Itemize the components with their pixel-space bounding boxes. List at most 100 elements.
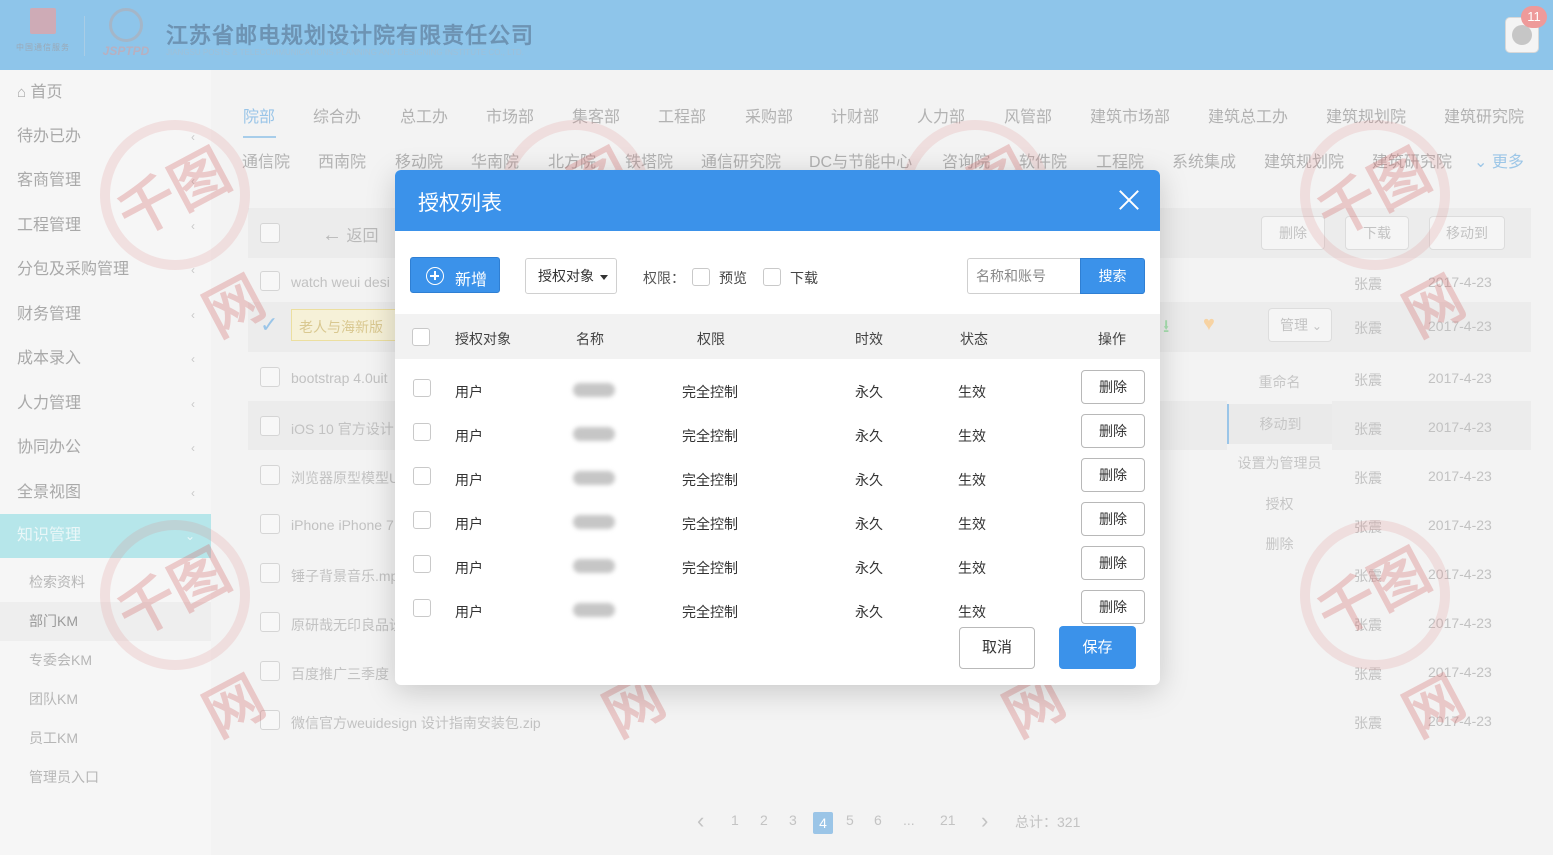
ctx-authorize[interactable]: 授权 (1227, 494, 1332, 514)
move-to-button[interactable]: 移动到 (1429, 216, 1505, 250)
row-checkbox[interactable] (260, 465, 280, 485)
ctx-delete[interactable]: 删除 (1227, 534, 1332, 554)
sidebar-item-cost[interactable]: 成本录入 ‹ (0, 337, 211, 381)
row-checkbox[interactable] (260, 612, 280, 632)
tab-9[interactable]: 风管部 (1004, 103, 1052, 127)
sidebar-subitem-dept-km[interactable]: 部门KM (0, 602, 211, 641)
tab-row2-5[interactable]: 铁塔院 (625, 148, 673, 172)
prev-page-icon[interactable]: ‹ (697, 808, 704, 834)
tab-12[interactable]: 建筑规划院 (1326, 103, 1406, 127)
row-checkbox[interactable] (413, 511, 431, 529)
row-checkbox[interactable] (260, 661, 280, 681)
tab-row2-2[interactable]: 移动院 (395, 148, 443, 172)
select-all-checkbox[interactable] (260, 223, 280, 243)
row-checkbox[interactable] (413, 467, 431, 485)
tab-0[interactable]: 院部 (243, 103, 275, 127)
add-button[interactable]: 新增 (410, 257, 500, 293)
ctx-set-admin[interactable]: 设置为管理员 (1227, 453, 1332, 473)
heart-icon[interactable]: ♥ (1203, 313, 1215, 336)
search-button[interactable]: 搜索 (1080, 258, 1145, 294)
row-checkbox[interactable] (260, 416, 280, 436)
row-checkbox[interactable] (260, 710, 280, 730)
row-delete-button[interactable]: 删除 (1081, 546, 1145, 580)
row-delete-button[interactable]: 删除 (1081, 458, 1145, 492)
sidebar-item-panorama[interactable]: 全景视图 ‹ (0, 471, 211, 515)
row-checkbox[interactable] (260, 271, 280, 291)
tab-4[interactable]: 集客部 (572, 103, 620, 127)
sidebar-subitem-admin[interactable]: 管理员入口 (0, 758, 211, 797)
sidebar-item-todo[interactable]: 待办已办 ‹ (0, 115, 211, 159)
select-all-auth-checkbox[interactable] (412, 328, 430, 346)
sidebar-subitem-team-km[interactable]: 团队KM (0, 680, 211, 719)
back-link[interactable]: ← 返回 (322, 222, 378, 247)
checkmark-icon[interactable]: ✓ (260, 312, 278, 338)
tab-row2-13[interactable]: 建筑研究院 (1372, 148, 1452, 172)
row-delete-button[interactable]: 删除 (1081, 502, 1145, 536)
close-icon[interactable] (1114, 185, 1144, 215)
sidebar-item-procurement[interactable]: 分包及采购管理 ‹ (0, 248, 211, 292)
tab-row2-0[interactable]: 通信院 (242, 148, 290, 172)
row-delete-button[interactable]: 删除 (1081, 590, 1145, 624)
sidebar-subitem-committee-km[interactable]: 专委会KM (0, 641, 211, 680)
tab-row2-7[interactable]: DC与节能中心 (809, 148, 912, 172)
search-input[interactable] (967, 258, 1080, 294)
tab-row2-6[interactable]: 通信研究院 (701, 148, 781, 172)
ctx-rename[interactable]: 重命名 (1227, 372, 1332, 392)
page-current[interactable]: 4 (813, 812, 833, 834)
tab-row2-12[interactable]: 建筑规划院 (1264, 148, 1344, 172)
tab-row2-4[interactable]: 北方院 (548, 148, 596, 172)
tab-row2-11[interactable]: 系统集成 (1172, 148, 1236, 172)
tab-10[interactable]: 建筑市场部 (1090, 103, 1170, 127)
tab-row2-1[interactable]: 西南院 (318, 148, 366, 172)
download-icon[interactable]: ⭳ (1163, 314, 1169, 344)
sidebar-subitem-staff-km[interactable]: 员工KM (0, 719, 211, 758)
tab-1[interactable]: 综合办 (313, 103, 361, 127)
row-checkbox[interactable] (413, 555, 431, 573)
sidebar-item-knowledge[interactable]: 知识管理 ⌄ (0, 514, 211, 558)
object-type-select[interactable]: 授权对象 (525, 258, 617, 294)
table-row[interactable]: 微信官方weuidesign 设计指南安装包.zip 张震 2017-4-23 (248, 695, 1531, 744)
page-6[interactable]: 6 (874, 812, 882, 828)
page-5[interactable]: 5 (846, 812, 854, 828)
sidebar-item-finance[interactable]: 财务管理 ‹ (0, 293, 211, 337)
sidebar-item-projects[interactable]: 工程管理 ‹ (0, 204, 211, 248)
sidebar-item-hr[interactable]: 人力管理 ‹ (0, 382, 211, 426)
tab-3[interactable]: 市场部 (486, 103, 534, 127)
row-checkbox[interactable] (260, 367, 280, 387)
page-21[interactable]: 21 (940, 812, 956, 828)
page-2[interactable]: 2 (760, 812, 768, 828)
row-checkbox[interactable] (413, 423, 431, 441)
page-1[interactable]: 1 (731, 812, 739, 828)
tab-7[interactable]: 计财部 (831, 103, 879, 127)
download-checkbox[interactable] (763, 268, 781, 286)
next-page-icon[interactable]: › (981, 808, 988, 834)
tab-13[interactable]: 建筑研究院 (1444, 103, 1524, 127)
tab-8[interactable]: 人力部 (917, 103, 965, 127)
sidebar-item-home[interactable]: ⌂ 首页 (0, 71, 211, 115)
sidebar-item-collab[interactable]: 协同办公 ‹ (0, 426, 211, 470)
tab-row2-3[interactable]: 华南院 (471, 148, 519, 172)
rename-input[interactable]: 老人与海新版 (291, 309, 401, 341)
tab-row2-8[interactable]: 咨询院 (942, 148, 990, 172)
more-tabs-link[interactable]: ⌄ 更多 (1474, 148, 1524, 172)
tab-row2-9[interactable]: 软件院 (1019, 148, 1067, 172)
tab-row2-10[interactable]: 工程院 (1096, 148, 1144, 172)
download-button[interactable]: 下载 (1345, 216, 1409, 250)
row-checkbox[interactable] (413, 599, 431, 617)
save-button[interactable]: 保存 (1059, 626, 1136, 669)
manage-dropdown[interactable]: 管理 ⌄ (1268, 308, 1332, 342)
cancel-button[interactable]: 取消 (959, 627, 1035, 669)
tab-6[interactable]: 采购部 (745, 103, 793, 127)
tab-2[interactable]: 总工办 (400, 103, 448, 127)
delete-button[interactable]: 删除 (1261, 216, 1325, 250)
row-checkbox[interactable] (260, 563, 280, 583)
sidebar-subitem-search[interactable]: 检索资料 (0, 563, 211, 602)
page-3[interactable]: 3 (789, 812, 797, 828)
row-checkbox[interactable] (413, 379, 431, 397)
notification-badge[interactable]: 11 (1521, 6, 1547, 28)
row-delete-button[interactable]: 删除 (1081, 370, 1145, 404)
sidebar-item-clients[interactable]: 客商管理 ‹ (0, 159, 211, 203)
row-delete-button[interactable]: 删除 (1081, 414, 1145, 448)
preview-checkbox[interactable] (692, 268, 710, 286)
ctx-move-to[interactable]: 移动到 (1227, 404, 1332, 444)
